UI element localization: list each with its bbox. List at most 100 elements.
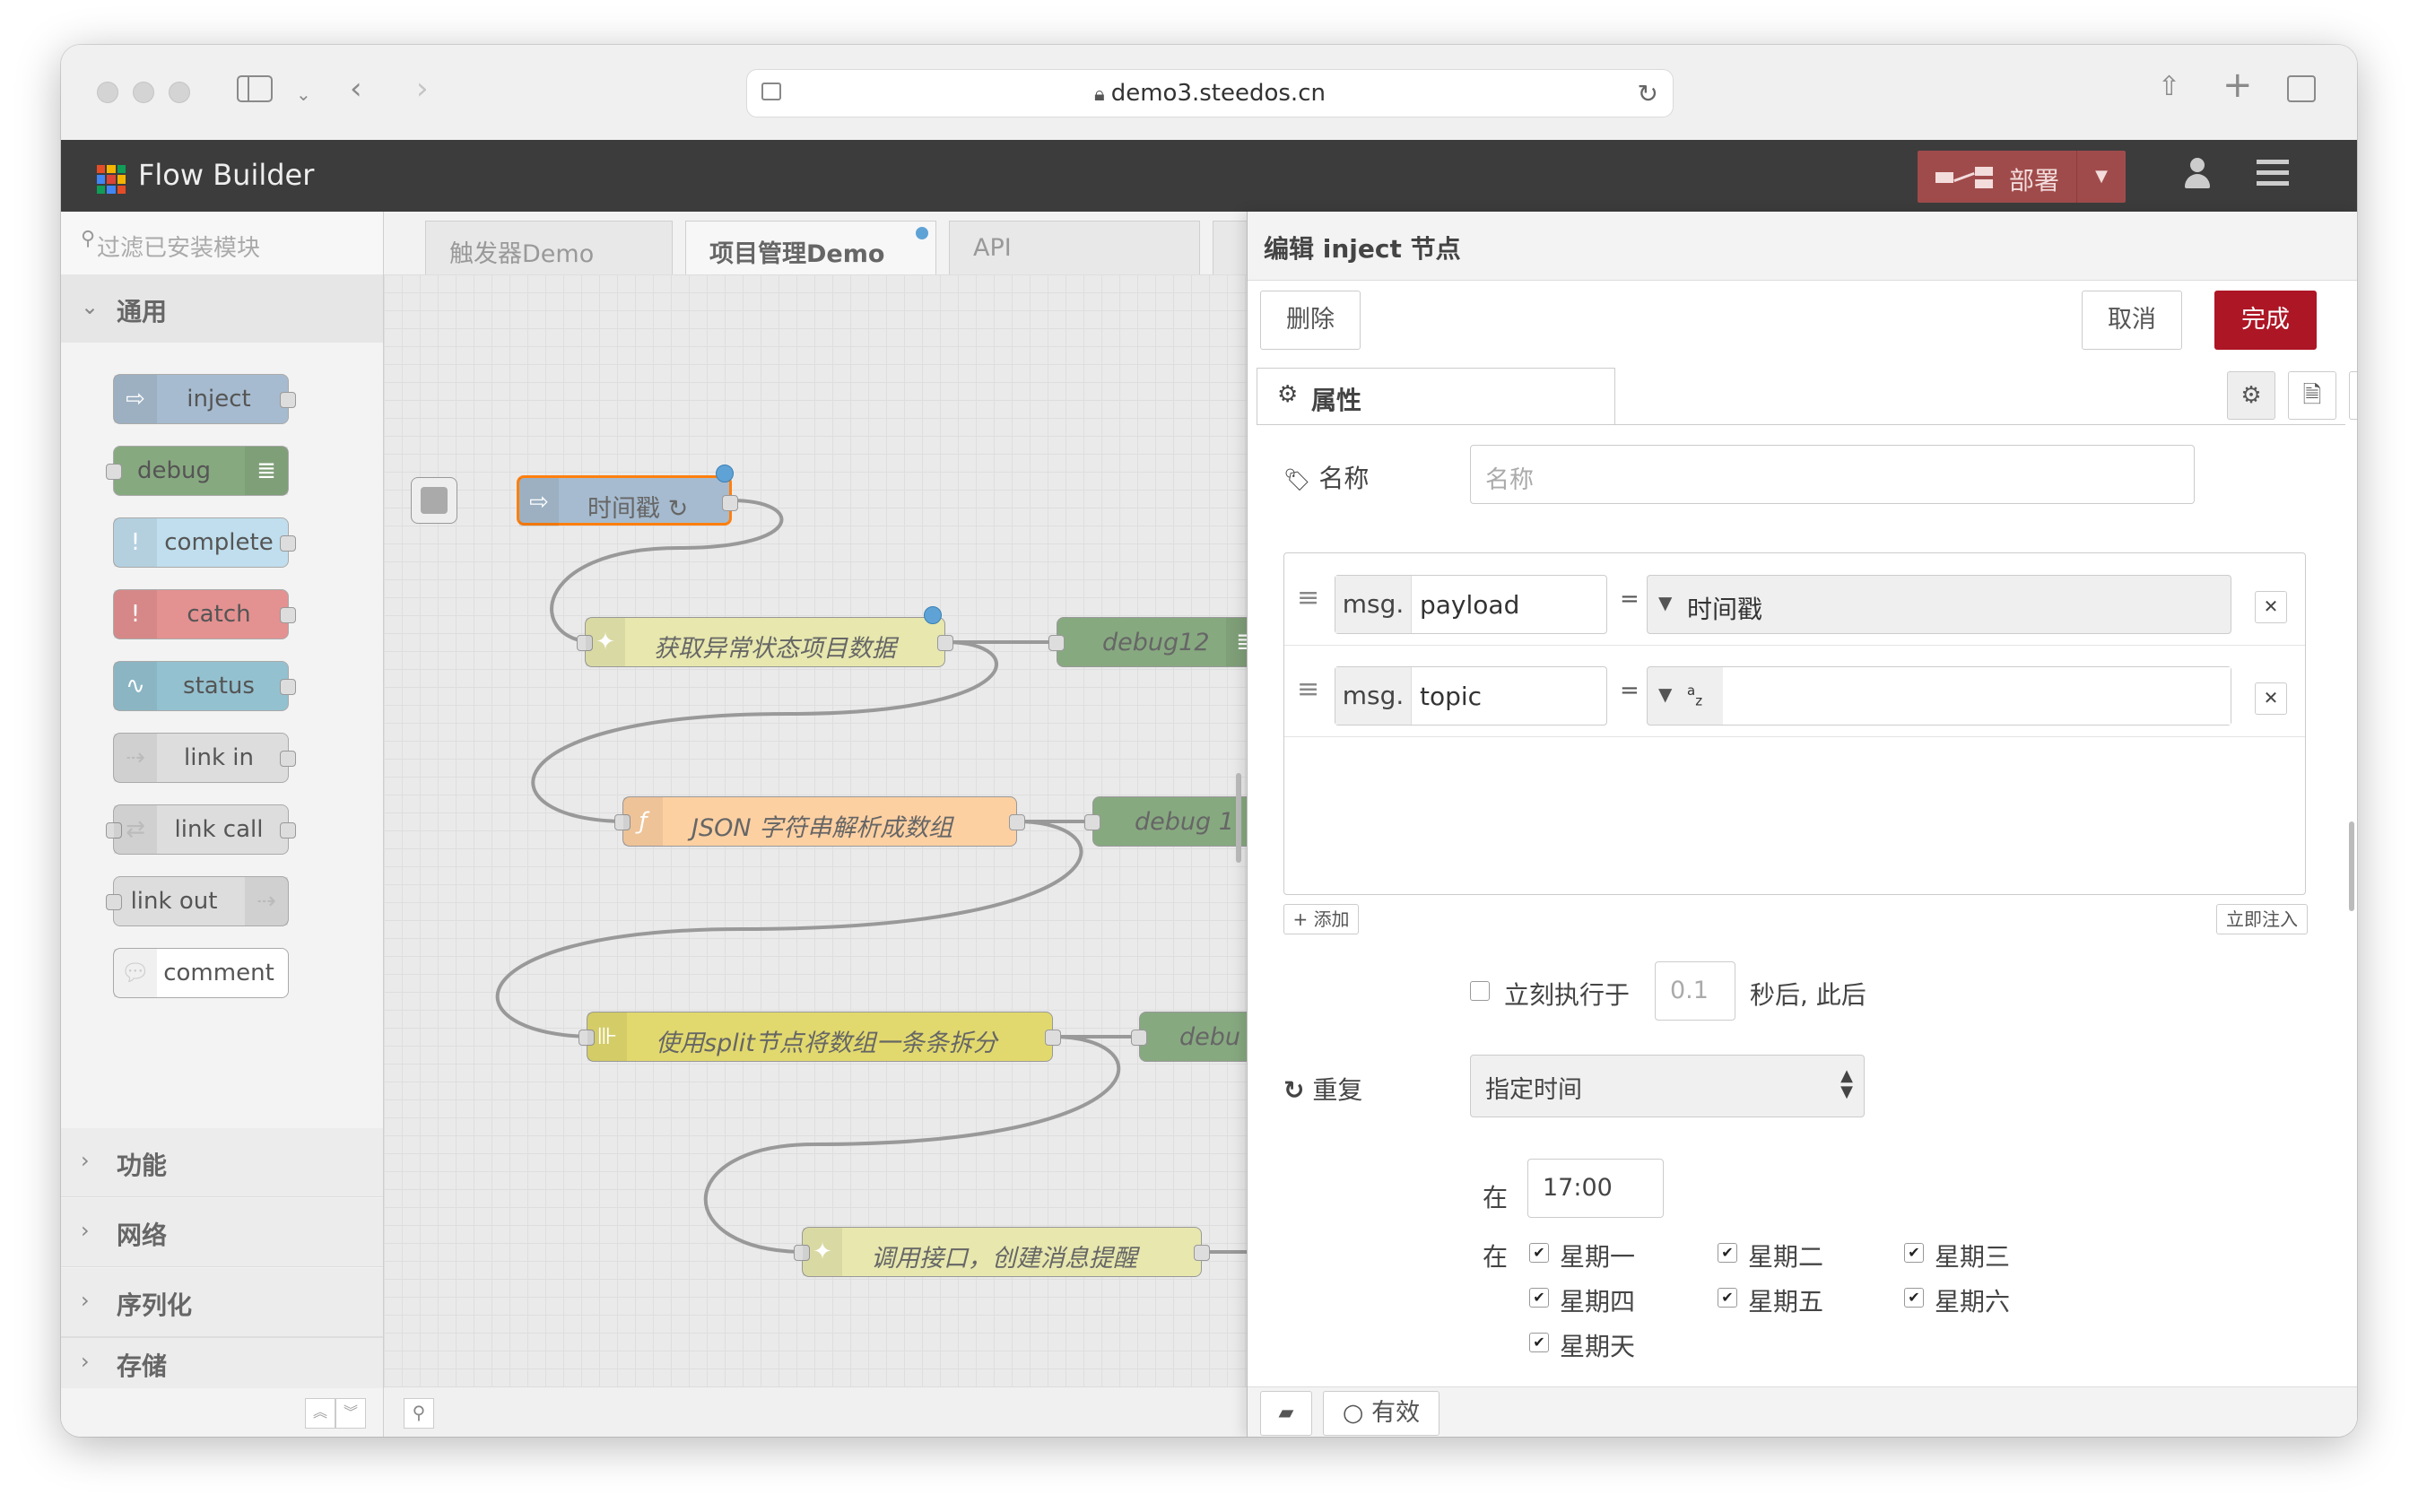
- flow-node-call-api[interactable]: ✦ 调用接口，创建消息提醒: [794, 1227, 1210, 1277]
- minimize-window-button[interactable]: [133, 82, 154, 103]
- circle-icon: ○: [1342, 1399, 1364, 1427]
- output-port[interactable]: [280, 607, 296, 623]
- palette-category-common[interactable]: ⌄ 通用: [61, 274, 383, 343]
- output-port[interactable]: [722, 495, 738, 511]
- palette-node-status[interactable]: ∿ status: [113, 661, 296, 711]
- cancel-button[interactable]: 取消: [2082, 291, 2182, 350]
- delete-button[interactable]: 删除: [1260, 291, 1361, 350]
- palette-node-comment[interactable]: 💬︎ comment: [113, 948, 289, 998]
- node-help-book-icon[interactable]: ▰: [1260, 1391, 1312, 1436]
- logo-square: [97, 175, 106, 184]
- caret-down-icon[interactable]: ▼: [1658, 683, 1672, 705]
- zoom-window-button[interactable]: [169, 82, 190, 103]
- output-port[interactable]: [937, 635, 953, 651]
- flow-node-timestamp[interactable]: ⇨ 时间戳 ↻: [517, 475, 738, 526]
- inject-now-button[interactable]: 立即注入: [2216, 904, 2308, 934]
- output-port[interactable]: [1194, 1245, 1210, 1261]
- palette-node-debug[interactable]: debug ≣: [106, 446, 289, 496]
- palette-node-link-call[interactable]: ⇄ link call: [106, 804, 296, 855]
- day-checkbox-fri[interactable]: ✔: [1718, 1288, 1737, 1308]
- drag-handle-icon[interactable]: ≡: [1297, 673, 1319, 705]
- done-button[interactable]: 完成: [2214, 291, 2317, 350]
- property-key-input[interactable]: msg. topic: [1335, 666, 1607, 726]
- tab-trigger-demo[interactable]: 触发器Demo: [425, 221, 673, 274]
- editor-scrollbar[interactable]: [2349, 821, 2354, 911]
- output-port[interactable]: [280, 822, 296, 839]
- day-checkbox-thu[interactable]: ✔: [1529, 1288, 1549, 1308]
- repeat-select[interactable]: 指定时间 ▲ ▼: [1470, 1055, 1865, 1117]
- palette-search-input[interactable]: ⚲ 过滤已安装模块: [61, 212, 383, 275]
- search-icon[interactable]: ⚲: [404, 1398, 434, 1429]
- drag-handle-icon[interactable]: ≡: [1297, 582, 1319, 613]
- name-input[interactable]: 名称: [1470, 445, 2195, 504]
- once-checkbox[interactable]: [1470, 981, 1490, 1001]
- flow-canvas[interactable]: ⇨ 时间戳 ↻ ✦ 获取异常状态项目数据 debug12 ≣ ƒ JSON 字符…: [384, 274, 1295, 1386]
- caret-down-icon[interactable]: ▼: [1658, 592, 1672, 613]
- close-window-button[interactable]: [97, 82, 118, 103]
- palette-category-storage[interactable]: › 存储: [61, 1337, 383, 1388]
- remove-property-button[interactable]: ✕: [2255, 682, 2287, 715]
- expand-all-icon[interactable]: ︾: [335, 1398, 366, 1429]
- main-menu-icon[interactable]: [2257, 160, 2289, 186]
- node-settings-gear-icon[interactable]: ⚙: [2227, 371, 2275, 420]
- tab-properties[interactable]: ⚙ 属性: [1257, 368, 1615, 425]
- day-checkbox-sun[interactable]: ✔: [1529, 1333, 1549, 1352]
- app-title: Flow Builder: [138, 158, 315, 192]
- chevron-down-icon[interactable]: ⌄: [296, 79, 311, 109]
- workspace-tabs: 触发器Demo 项目管理Demo API: [384, 212, 1295, 275]
- tabs-overview-icon[interactable]: [2287, 75, 2316, 102]
- logo-square: [117, 165, 126, 174]
- inject-trigger-button[interactable]: [411, 477, 457, 524]
- once-delay-input[interactable]: 0.1: [1655, 961, 1735, 1021]
- day-checkbox-wed[interactable]: ✔: [1904, 1243, 1924, 1263]
- remove-property-button[interactable]: ✕: [2255, 591, 2287, 623]
- property-value-input[interactable]: ▼ az: [1647, 666, 2231, 726]
- flow-node-split[interactable]: ⊪ 使用split节点将数组一条条拆分: [578, 1012, 1061, 1062]
- palette-category-function[interactable]: › 功能: [61, 1128, 383, 1197]
- palette-node-complete[interactable]: ! complete: [113, 517, 296, 568]
- reload-icon[interactable]: ↻: [1638, 79, 1658, 109]
- output-port[interactable]: [280, 751, 296, 767]
- day-checkbox-tue[interactable]: ✔: [1718, 1243, 1737, 1263]
- collapse-all-icon[interactable]: ︽: [305, 1398, 335, 1429]
- properties-list: ≡ msg. payload = ▼ 时间戳 ✕ ≡ msg. topic =: [1283, 552, 2306, 895]
- sidebar-toggle-icon[interactable]: [237, 75, 273, 102]
- tray-resize-handle[interactable]: [1236, 773, 1241, 863]
- input-port[interactable]: [1084, 814, 1100, 830]
- input-port[interactable]: [1048, 635, 1065, 651]
- day-checkbox-mon[interactable]: ✔: [1529, 1243, 1549, 1263]
- tab-api[interactable]: API: [949, 221, 1200, 274]
- output-port[interactable]: [1009, 814, 1025, 830]
- output-port[interactable]: [1045, 1030, 1061, 1046]
- time-input[interactable]: 17:00: [1527, 1159, 1664, 1218]
- back-icon[interactable]: ‹: [350, 74, 362, 104]
- palette-node-link-out[interactable]: link out ⇢: [106, 876, 289, 926]
- property-row: ≡ msg. payload = ▼ 时间戳 ✕: [1284, 553, 2305, 646]
- description-icon[interactable]: 🗎︎: [2288, 371, 2336, 420]
- output-port[interactable]: [280, 535, 296, 552]
- palette-category-sequence[interactable]: › 序列化: [61, 1268, 383, 1337]
- property-key-input[interactable]: msg. payload: [1335, 575, 1607, 634]
- tab-project-demo[interactable]: 项目管理Demo: [685, 221, 936, 274]
- input-port[interactable]: [1131, 1030, 1147, 1046]
- palette-node-catch[interactable]: ! catch: [113, 589, 296, 639]
- output-port[interactable]: [280, 392, 296, 408]
- deploy-menu-caret-icon[interactable]: ▼: [2076, 151, 2126, 203]
- palette-category-network[interactable]: › 网络: [61, 1198, 383, 1267]
- add-property-button[interactable]: + 添加: [1283, 904, 1359, 934]
- property-value-input[interactable]: ▼ 时间戳: [1647, 575, 2231, 634]
- appearance-icon[interactable]: ▣: [2349, 371, 2357, 420]
- share-icon[interactable]: ⇧: [2158, 72, 2180, 102]
- enabled-toggle-button[interactable]: ○ 有效: [1323, 1391, 1439, 1436]
- property-row: ≡ msg. topic = ▼ az ✕: [1284, 645, 2305, 737]
- new-tab-icon[interactable]: +: [2222, 67, 2253, 103]
- palette-node-inject[interactable]: ⇨ inject: [113, 374, 296, 424]
- palette-node-link-in[interactable]: ⇢ link in: [113, 733, 296, 783]
- day-checkbox-sat[interactable]: ✔: [1904, 1288, 1924, 1308]
- output-port[interactable]: [280, 679, 296, 695]
- flow-node-json-parse[interactable]: ƒ JSON 字符串解析成数组: [614, 796, 1025, 847]
- flow-node-get-projects[interactable]: ✦ 获取异常状态项目数据: [577, 617, 953, 667]
- address-bar[interactable]: 🔒︎ demo3.steedos.cn ↻: [746, 69, 1674, 117]
- deploy-button[interactable]: 部署 ▼: [1918, 151, 2126, 203]
- forward-icon[interactable]: ›: [416, 74, 429, 104]
